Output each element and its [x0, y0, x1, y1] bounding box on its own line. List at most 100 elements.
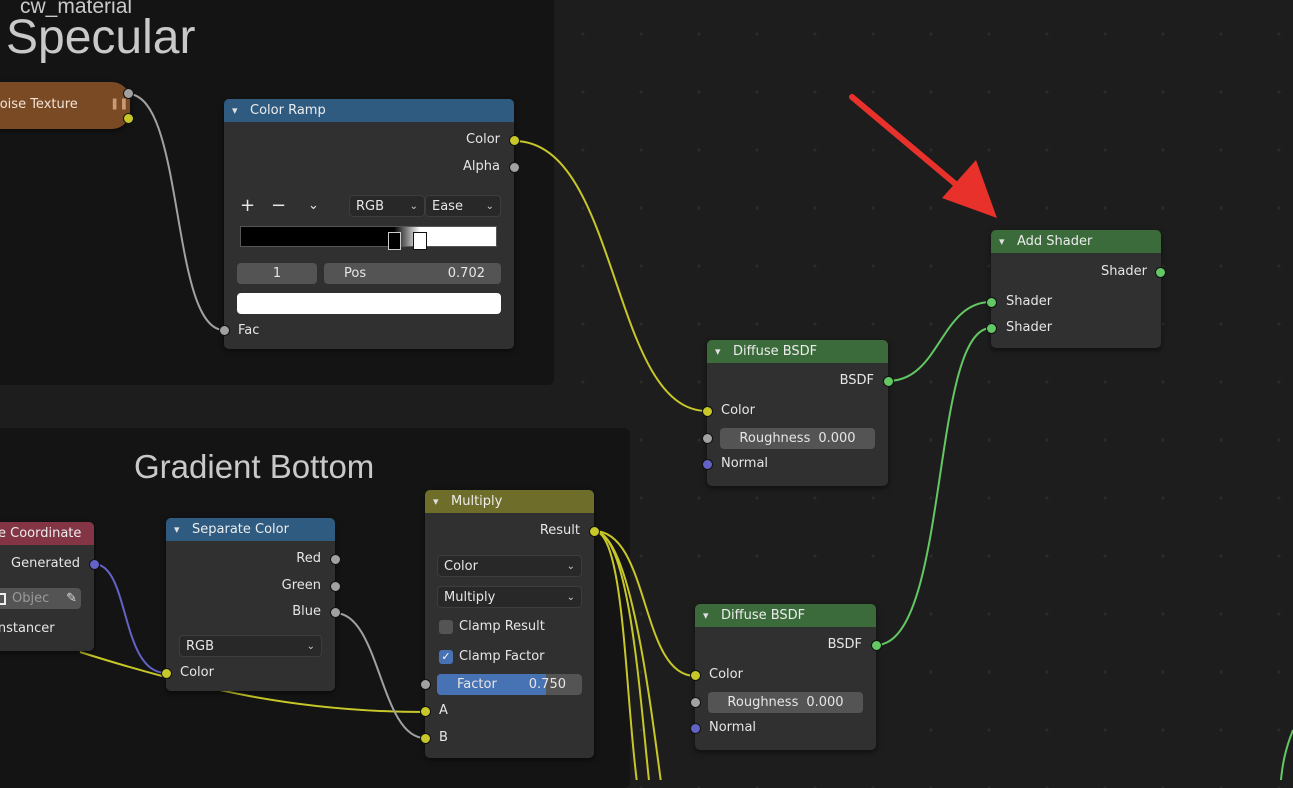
multiply-data-type-value: Color — [444, 558, 478, 574]
diffuse-top-roughness-value: 0.000 — [818, 431, 856, 446]
stop-index-value: 1 — [272, 266, 282, 281]
color-ramp-title: Color Ramp — [250, 103, 326, 118]
chevron-down-icon[interactable]: ▾ — [174, 523, 187, 536]
texture-coordinate-header[interactable]: e Coordinate — [0, 522, 94, 545]
node-diffuse-bsdf-top[interactable]: ▾ Diffuse BSDF BSDF Color Roughness 0.00… — [707, 340, 888, 486]
ramp-menu-chevron-icon[interactable]: ⌄ — [308, 198, 319, 213]
interpolation-value: Ease — [432, 198, 463, 214]
ramp-stop-handle-black[interactable] — [388, 232, 401, 250]
interpolation-select[interactable]: Ease ⌄ — [425, 195, 501, 217]
diffuse-bottom-roughness-field[interactable]: Roughness 0.000 — [708, 692, 863, 713]
add-shader-input-socket-2[interactable] — [986, 323, 997, 334]
diffuse-bottom-bsdf-socket[interactable] — [871, 640, 882, 651]
link-ramp-to-diffuse-top — [513, 140, 708, 412]
diffuse-top-header[interactable]: ▾ Diffuse BSDF — [707, 340, 888, 363]
node-color-ramp[interactable]: ▾ Color Ramp Color Alpha + − ⌄ RGB ⌄ Ease… — [224, 99, 514, 349]
color-mode-select[interactable]: RGB ⌄ — [349, 195, 425, 217]
chevron-down-icon: ⌄ — [566, 591, 575, 603]
stop-index-field[interactable]: 1 — [237, 263, 317, 284]
diffuse-top-normal-socket[interactable] — [702, 459, 713, 470]
chevron-down-icon[interactable]: ▾ — [703, 609, 716, 622]
node-texture-coordinate[interactable]: e Coordinate Generated Objec ✎ Instancer — [0, 522, 94, 651]
clamp-factor-label: Clamp Factor — [459, 649, 545, 664]
separate-color-mode-value: RGB — [186, 638, 215, 654]
separate-color-header[interactable]: ▾ Separate Color — [166, 518, 335, 541]
node-multiply[interactable]: ▾ Multiply Result Color ⌄ Multiply ⌄ Clamp… — [425, 490, 594, 758]
texture-coordinate-instancer: Instancer — [0, 621, 55, 636]
collapse-handle-icon[interactable]: ❚❚ — [110, 97, 128, 110]
add-shader-output-socket[interactable] — [1155, 267, 1166, 278]
separate-color-output-green: Green — [281, 578, 321, 593]
multiply-blend-mode-select[interactable]: Multiply ⌄ — [437, 586, 582, 608]
diffuse-top-roughness-label: Roughness — [739, 431, 811, 446]
diffuse-top-bsdf-socket[interactable] — [883, 376, 894, 387]
node-noise-texture[interactable]: Noise Texture ❚❚ — [0, 82, 130, 129]
multiply-b-socket[interactable] — [420, 733, 431, 744]
add-shader-input-2: Shader — [1006, 320, 1053, 335]
stop-color-swatch[interactable] — [237, 293, 501, 314]
link-diffuse-top-to-add — [887, 301, 992, 382]
color-mode-value: RGB — [356, 198, 385, 214]
object-picker-placeholder: Objec — [12, 591, 50, 606]
separate-color-color-socket[interactable] — [161, 668, 172, 679]
clamp-result-checkbox[interactable] — [439, 620, 453, 634]
color-ramp-color-socket[interactable] — [509, 135, 520, 146]
link-result-to-diffuse-bottom — [593, 530, 696, 677]
color-ramp-fac-socket[interactable] — [219, 325, 230, 336]
noise-texture-title: Noise Texture — [0, 97, 78, 112]
color-ramp-input-fac: Fac — [238, 323, 260, 338]
separate-color-red-socket[interactable] — [330, 554, 341, 565]
object-picker-field[interactable]: Objec ✎ — [0, 588, 81, 609]
diffuse-bottom-input-color: Color — [709, 667, 743, 682]
diffuse-top-output: BSDF — [839, 373, 874, 388]
node-separate-color[interactable]: ▾ Separate Color Red Green Blue RGB ⌄ Col… — [166, 518, 335, 691]
multiply-output-result: Result — [539, 523, 580, 538]
multiply-blend-mode-value: Multiply — [444, 589, 496, 605]
diffuse-bottom-header[interactable]: ▾ Diffuse BSDF — [695, 604, 876, 627]
separate-color-green-socket[interactable] — [330, 581, 341, 592]
add-shader-input-socket-1[interactable] — [986, 297, 997, 308]
color-ramp-alpha-socket[interactable] — [509, 162, 520, 173]
link-noise-to-ramp — [127, 93, 225, 331]
multiply-a-socket[interactable] — [420, 706, 431, 717]
ramp-stop-handle-white[interactable] — [413, 232, 427, 250]
separate-color-output-blue: Blue — [292, 604, 321, 619]
texture-coordinate-generated-socket[interactable] — [89, 559, 100, 570]
multiply-factor-socket[interactable] — [420, 679, 431, 690]
multiply-data-type-select[interactable]: Color ⌄ — [437, 555, 582, 577]
texture-coordinate-title: e Coordinate — [0, 526, 82, 541]
chevron-down-icon[interactable]: ▾ — [232, 104, 245, 117]
node-add-shader[interactable]: ▾ Add Shader Shader Shader Shader — [991, 230, 1161, 348]
node-diffuse-bsdf-bottom[interactable]: ▾ Diffuse BSDF BSDF Color Roughness 0.00… — [695, 604, 876, 750]
diffuse-bottom-color-socket[interactable] — [690, 670, 701, 681]
remove-stop-button[interactable]: − — [271, 195, 286, 216]
object-picker-swatch-icon — [0, 592, 6, 605]
color-ramp-header[interactable]: ▾ Color Ramp — [224, 99, 514, 122]
multiply-result-socket[interactable] — [589, 526, 600, 537]
diffuse-top-roughness-socket[interactable] — [702, 433, 713, 444]
color-ramp-gradient[interactable] — [240, 226, 497, 247]
diffuse-top-color-socket[interactable] — [702, 406, 713, 417]
factor-slider[interactable]: Factor 0.750 — [437, 674, 582, 695]
stop-position-field[interactable]: Pos 0.702 — [324, 263, 501, 284]
noise-texture-output-socket[interactable] — [123, 88, 134, 99]
diffuse-bottom-roughness-socket[interactable] — [690, 697, 701, 708]
add-shader-output: Shader — [1100, 264, 1147, 279]
diffuse-bottom-normal-socket[interactable] — [690, 723, 701, 734]
separate-color-mode-select[interactable]: RGB ⌄ — [179, 635, 322, 657]
stop-position-value: 0.702 — [447, 266, 485, 281]
add-stop-button[interactable]: + — [240, 195, 255, 216]
diffuse-top-roughness-field[interactable]: Roughness 0.000 — [720, 428, 875, 449]
eyedropper-icon[interactable]: ✎ — [66, 591, 77, 606]
factor-value: 0.750 — [528, 677, 566, 692]
multiply-header[interactable]: ▾ Multiply — [425, 490, 594, 513]
diffuse-bottom-input-normal: Normal — [709, 720, 757, 735]
chevron-down-icon[interactable]: ▾ — [999, 235, 1012, 248]
chevron-down-icon[interactable]: ▾ — [433, 495, 446, 508]
clamp-result-label: Clamp Result — [459, 619, 545, 634]
chevron-down-icon[interactable]: ▾ — [715, 345, 728, 358]
noise-texture-color-socket[interactable] — [123, 113, 134, 124]
separate-color-blue-socket[interactable] — [330, 607, 341, 618]
add-shader-header[interactable]: ▾ Add Shader — [991, 230, 1161, 253]
clamp-factor-checkbox[interactable]: ✓ — [439, 650, 453, 664]
